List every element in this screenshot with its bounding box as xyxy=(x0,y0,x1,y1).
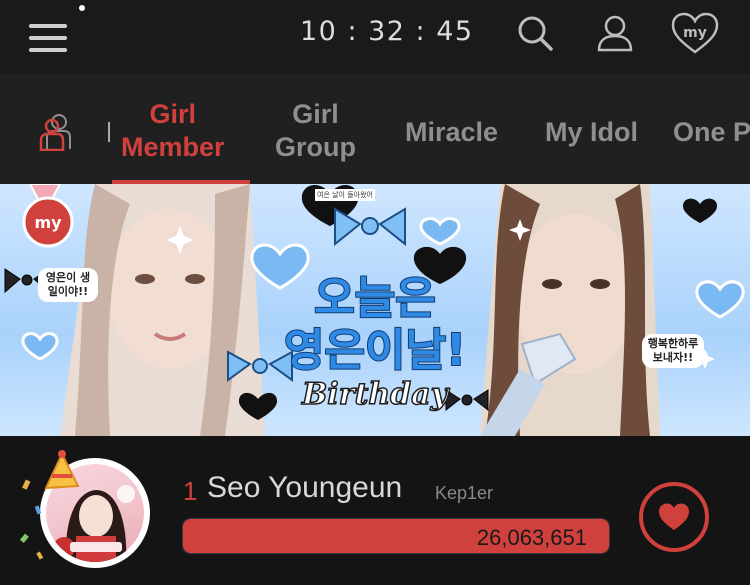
ranking-row[interactable]: 1 Seo Youngeun Kep1er 26,063,651 xyxy=(0,436,750,585)
vote-heart-button[interactable] xyxy=(639,482,709,552)
birthday-banner[interactable]: my 여은 날이 돌아왔어 영은이 생일이야!! 행복한하루 보내자!! 오늘은… xyxy=(0,184,750,436)
user-icon[interactable] xyxy=(594,12,636,54)
vote-count: 26,063,651 xyxy=(476,525,587,550)
banner-title-line2: 영은이날! xyxy=(283,324,467,377)
tab-label-line1: Girl xyxy=(292,99,339,129)
clock: 10 : 32 : 45 xyxy=(300,16,474,47)
tab-label-line1: Girl xyxy=(149,99,197,129)
my-heart-icon[interactable]: my xyxy=(670,10,720,56)
tab-label-line2: Group xyxy=(275,132,356,162)
menu-icon[interactable] xyxy=(29,24,67,52)
banner-note: 여은 날이 돌아왔어 xyxy=(315,189,375,201)
heart-icon xyxy=(659,503,689,530)
banner-my-badge: my xyxy=(34,213,62,232)
tab-girl-group[interactable]: Girl Group xyxy=(275,98,356,164)
banner-title-line3: Birthday xyxy=(301,376,449,413)
group-name: Kep1er xyxy=(435,483,494,503)
vote-progress-bar: 26,063,651 xyxy=(182,518,610,554)
search-icon[interactable] xyxy=(514,12,556,54)
confetti-icon xyxy=(19,479,44,560)
person-icon[interactable] xyxy=(38,113,72,151)
tab-separator xyxy=(108,122,110,142)
tab-one-p[interactable]: One P xyxy=(673,116,750,149)
rank-number: 1 xyxy=(183,476,198,506)
member-name[interactable]: Seo Youngeun xyxy=(207,471,402,505)
tab-girl-member[interactable]: Girl Member xyxy=(121,98,225,164)
category-tabs: Girl Member Girl Group Miracle My Idol O… xyxy=(0,74,750,184)
tab-label-line2: Member xyxy=(121,132,225,162)
tab-miracle[interactable]: Miracle xyxy=(405,116,498,149)
notification-dot xyxy=(79,5,85,11)
tab-my-idol[interactable]: My Idol xyxy=(545,116,638,149)
my-badge-text: my xyxy=(683,25,707,41)
top-bar: 10 : 32 : 45 my xyxy=(0,0,750,74)
